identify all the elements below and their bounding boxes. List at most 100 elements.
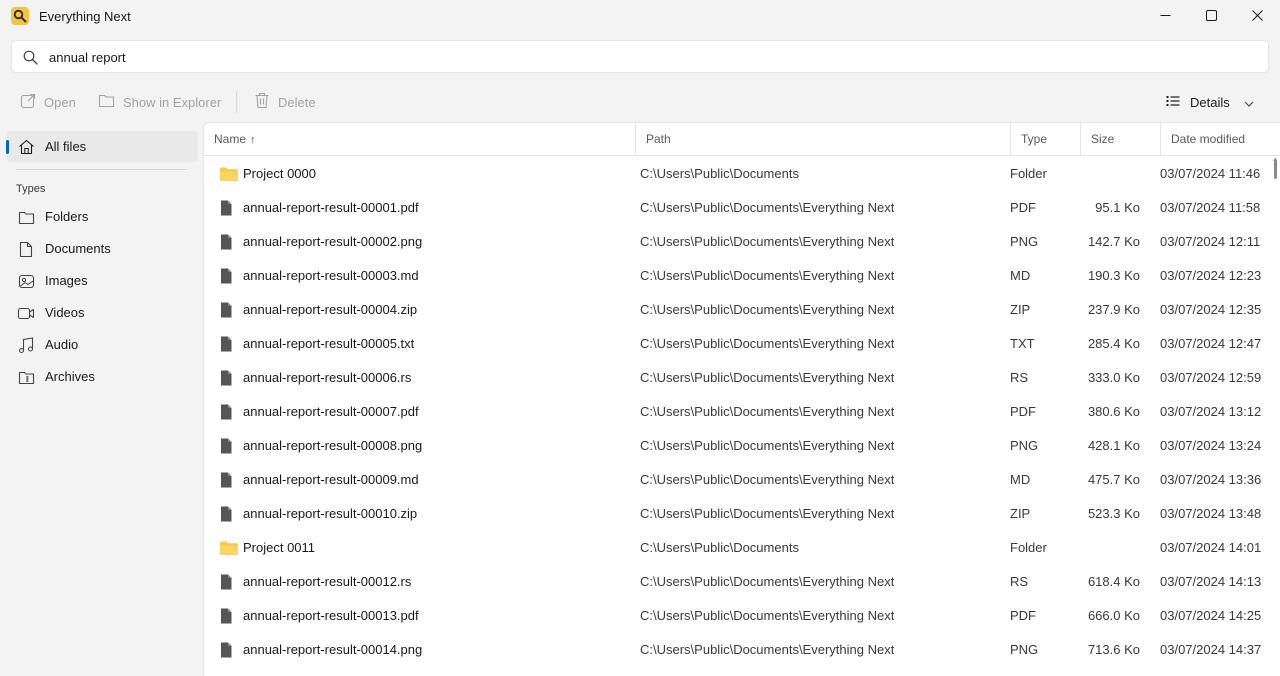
folder-icon bbox=[219, 540, 239, 556]
column-size-label: Size bbox=[1091, 132, 1115, 146]
cell-size: 666.0 Ko bbox=[1087, 608, 1140, 623]
sidebar-item-documents[interactable]: Documents bbox=[6, 233, 198, 264]
sidebar-item-label: Audio bbox=[45, 337, 79, 352]
column-path-label: Path bbox=[646, 132, 671, 146]
cell-size bbox=[1070, 157, 1140, 191]
cell-path: C:\Users\Public\Documents\Everything Nex… bbox=[640, 438, 895, 453]
cell-name: annual-report-result-00003.md bbox=[243, 268, 419, 283]
table-row[interactable]: annual-report-result-00014.png C:\Users\P… bbox=[204, 633, 1269, 667]
view-mode-label: Details bbox=[1190, 94, 1230, 110]
maximize-button[interactable] bbox=[1188, 0, 1234, 33]
sidebar-item-label: All files bbox=[45, 139, 87, 154]
file-icon bbox=[216, 234, 236, 250]
cell-name: annual-report-result-00010.zip bbox=[243, 506, 418, 521]
cell-name: Project 0000 bbox=[243, 166, 316, 181]
table-row[interactable]: annual-report-result-00010.zip C:\Users\P… bbox=[204, 497, 1269, 531]
sidebar-item-all-files[interactable]: All files bbox=[6, 131, 198, 162]
sidebar-item-archives[interactable]: Archives bbox=[6, 361, 198, 392]
cell-type: TXT bbox=[1010, 336, 1035, 351]
open-button[interactable]: Open bbox=[20, 90, 76, 114]
cell-type: PNG bbox=[1010, 642, 1039, 657]
cell-size: 713.6 Ko bbox=[1087, 642, 1140, 657]
table-row[interactable]: annual-report-result-00008.png C:\Users\P… bbox=[204, 429, 1269, 463]
column-header-size[interactable]: Size bbox=[1081, 123, 1161, 156]
view-mode-dropdown[interactable]: Details bbox=[1166, 90, 1254, 114]
cell-type: RS bbox=[1010, 370, 1029, 385]
cell-type: Folder bbox=[1010, 166, 1047, 181]
window-title: Everything Next bbox=[39, 9, 131, 24]
table-row[interactable]: annual-report-result-00001.pdf C:\Users\P… bbox=[204, 191, 1269, 225]
sidebar-item-videos[interactable]: Videos bbox=[6, 297, 198, 328]
show-in-explorer-button[interactable]: Show in Explorer bbox=[98, 90, 221, 114]
table-row[interactable]: annual-report-result-00013.pdf C:\Users\P… bbox=[204, 599, 1269, 633]
cell-name: annual-report-result-00012.rs bbox=[243, 574, 412, 589]
cell-size: 190.3 Ko bbox=[1087, 268, 1140, 283]
open-label: Open bbox=[44, 94, 76, 110]
cell-size: 285.4 Ko bbox=[1087, 336, 1140, 351]
cell-date-modified: 03/07/2024 12:35 bbox=[1160, 302, 1262, 317]
search-box[interactable] bbox=[11, 40, 1269, 73]
sidebar-item-folders[interactable]: Folders bbox=[6, 201, 198, 232]
cell-type: PNG bbox=[1010, 234, 1039, 249]
cell-date-modified: 03/07/2024 12:47 bbox=[1160, 336, 1262, 351]
video-icon bbox=[17, 304, 35, 322]
table-row[interactable]: annual-report-result-00012.rs C:\Users\Pu… bbox=[204, 565, 1269, 599]
table-row[interactable]: annual-report-result-00003.md C:\Users\Pu… bbox=[204, 259, 1269, 293]
table-row[interactable]: annual-report-result-00007.pdf C:\Users\P… bbox=[204, 395, 1269, 429]
cell-path: C:\Users\Public\Documents\Everything Nex… bbox=[640, 268, 895, 283]
table-row[interactable]: Project 0011 C:\Users\Public\Documents Fol… bbox=[204, 531, 1269, 565]
cell-date-modified: 03/07/2024 14:37 bbox=[1160, 642, 1262, 657]
cell-size: 523.3 Ko bbox=[1087, 506, 1140, 521]
column-name-label: Name bbox=[214, 132, 247, 146]
cell-path: C:\Users\Public\Documents\Everything Nex… bbox=[640, 506, 895, 521]
cell-date-modified: 03/07/2024 14:01 bbox=[1160, 540, 1262, 555]
cell-path: C:\Users\Public\Documents\Everything Nex… bbox=[640, 642, 895, 657]
cell-path: C:\Users\Public\Documents bbox=[640, 166, 799, 181]
search-icon bbox=[23, 50, 38, 68]
search-input[interactable] bbox=[49, 48, 1249, 66]
cell-date-modified: 03/07/2024 12:11 bbox=[1160, 234, 1261, 249]
delete-button[interactable]: Delete bbox=[254, 90, 316, 114]
cell-path: C:\Users\Public\Documents\Everything Nex… bbox=[640, 370, 895, 385]
image-icon bbox=[17, 272, 35, 290]
minimize-button[interactable] bbox=[1142, 0, 1188, 33]
file-icon bbox=[216, 472, 236, 488]
close-button[interactable] bbox=[1234, 0, 1280, 33]
list-details-icon bbox=[1166, 95, 1180, 110]
table-row[interactable]: annual-report-result-00005.txt C:\Users\P… bbox=[204, 327, 1269, 361]
file-icon bbox=[216, 574, 236, 590]
cell-path: C:\Users\Public\Documents\Everything Nex… bbox=[640, 608, 895, 623]
cell-date-modified: 03/07/2024 13:24 bbox=[1160, 438, 1262, 453]
table-row[interactable]: annual-report-result-00002.png C:\Users\P… bbox=[204, 225, 1269, 259]
file-icon bbox=[216, 370, 236, 386]
cell-path: C:\Users\Public\Documents\Everything Nex… bbox=[640, 404, 895, 419]
sidebar-item-images[interactable]: Images bbox=[6, 265, 198, 296]
cell-date-modified: 03/07/2024 11:46 bbox=[1160, 166, 1261, 181]
cell-date-modified: 03/07/2024 13:12 bbox=[1160, 404, 1262, 419]
cell-type: PDF bbox=[1010, 404, 1036, 419]
open-external-icon bbox=[20, 93, 36, 112]
cell-date-modified: 03/07/2024 11:58 bbox=[1160, 200, 1261, 215]
file-icon bbox=[216, 404, 236, 420]
sidebar-item-label: Documents bbox=[45, 241, 111, 256]
table-row[interactable]: annual-report-result-00006.rs C:\Users\Pu… bbox=[204, 361, 1269, 395]
show-in-explorer-label: Show in Explorer bbox=[123, 94, 222, 110]
cell-size: 333.0 Ko bbox=[1087, 370, 1140, 385]
sidebar-item-audio[interactable]: Audio bbox=[6, 329, 198, 360]
table-row[interactable]: Project 0000 C:\Users\Public\Documents Fol… bbox=[204, 157, 1269, 191]
cell-date-modified: 03/07/2024 13:36 bbox=[1160, 472, 1262, 487]
cell-size: 95.1 Ko bbox=[1095, 200, 1140, 215]
table-row[interactable]: annual-report-result-00009.md C:\Users\Pu… bbox=[204, 463, 1269, 497]
types-heading: Types bbox=[16, 183, 46, 195]
sidebar-item-label: Archives bbox=[45, 369, 95, 384]
table-row[interactable]: annual-report-result-00004.zip C:\Users\P… bbox=[204, 293, 1269, 327]
column-header-name[interactable]: Name ↑ bbox=[204, 123, 636, 156]
vertical-scrollbar[interactable] bbox=[1274, 159, 1277, 179]
cell-name: annual-report-result-00009.md bbox=[243, 472, 419, 487]
cell-date-modified: 03/07/2024 12:59 bbox=[1160, 370, 1262, 385]
column-header-date-modified[interactable]: Date modified bbox=[1161, 123, 1280, 156]
cell-size: 618.4 Ko bbox=[1087, 574, 1140, 589]
cell-path: C:\Users\Public\Documents bbox=[640, 540, 799, 555]
column-header-path[interactable]: Path bbox=[636, 123, 1011, 156]
column-header-type[interactable]: Type bbox=[1011, 123, 1081, 156]
